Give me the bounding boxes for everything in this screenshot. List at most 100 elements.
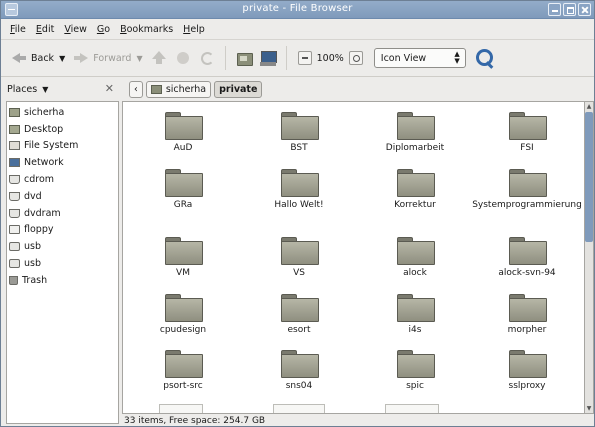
- network-icon: [9, 158, 20, 168]
- menu-bar: File Edit View Go Bookmarks Help: [1, 20, 594, 38]
- folder-label: psort-src: [163, 381, 203, 391]
- reload-icon[interactable]: [198, 49, 216, 67]
- maximize-icon[interactable]: [563, 3, 576, 16]
- menu-file[interactable]: File: [5, 24, 31, 35]
- places-label: Places: [7, 83, 38, 95]
- zoom-out-icon[interactable]: [297, 51, 312, 65]
- vertical-scrollbar[interactable]: ▲ ▼: [585, 101, 594, 414]
- sidebar-item-usb[interactable]: usb: [7, 238, 118, 255]
- toolbar-separator: [285, 46, 287, 70]
- folder-icon: [397, 294, 435, 322]
- folder-item[interactable]: VM: [125, 237, 241, 279]
- folder-item[interactable]: cpudesign: [125, 294, 241, 336]
- menu-edit-rest: dit: [41, 23, 55, 35]
- forward-arrow-icon: [73, 51, 89, 65]
- menu-edit[interactable]: Edit: [31, 24, 59, 35]
- home-icon[interactable]: [235, 49, 253, 67]
- folder-icon: [397, 169, 435, 197]
- file-thumbnail-icon[interactable]: [159, 404, 203, 413]
- file-thumbnail-icon[interactable]: [385, 404, 439, 413]
- sidebar-item-trash[interactable]: Trash: [7, 272, 118, 289]
- folder-icon: [509, 350, 547, 378]
- folder-item[interactable]: VS: [241, 237, 357, 279]
- toolbar-separator: [224, 46, 226, 70]
- sidebar-item-label: sicherha: [24, 106, 65, 118]
- folder-item[interactable]: sslproxy: [469, 350, 584, 392]
- sidebar-item-label: Trash: [22, 274, 48, 286]
- sidebar-item-sicherha[interactable]: sicherha: [7, 104, 118, 121]
- folder-icon: [509, 237, 547, 265]
- search-icon[interactable]: [474, 47, 496, 69]
- floppy-icon: [9, 225, 20, 235]
- sidebar-item-file-system[interactable]: File System: [7, 138, 118, 155]
- folder-icon: [165, 112, 203, 140]
- folder-label: FSI: [520, 143, 534, 153]
- back-label: Back: [31, 52, 55, 64]
- sidebar-item-label: cdrom: [24, 174, 55, 186]
- minimize-icon[interactable]: [548, 3, 561, 16]
- title-bar[interactable]: private - File Browser: [1, 1, 594, 19]
- sidebar-item-usb[interactable]: usb: [7, 255, 118, 272]
- menu-bookmarks[interactable]: Bookmarks: [115, 24, 178, 35]
- close-sidebar-icon[interactable]: ✕: [105, 82, 114, 95]
- folder-item[interactable]: alock: [357, 237, 473, 279]
- scroll-up-icon[interactable]: ▲: [585, 102, 593, 111]
- menu-help-rest: elp: [190, 23, 205, 35]
- file-thumbnail-icon[interactable]: [273, 404, 325, 413]
- folder-item[interactable]: Systemprogrammierung: [469, 169, 584, 211]
- sidebar-item-dvdram[interactable]: dvdram: [7, 205, 118, 222]
- folder-icon: [165, 350, 203, 378]
- sidebar-item-desktop[interactable]: Desktop: [7, 121, 118, 138]
- up-icon[interactable]: [150, 49, 168, 67]
- scrollbar-thumb[interactable]: [585, 112, 593, 242]
- folder-item[interactable]: GRa: [125, 169, 241, 211]
- breadcrumb-sicherha[interactable]: sicherha: [145, 80, 212, 98]
- menu-help[interactable]: Help: [178, 24, 210, 35]
- breadcrumb-private[interactable]: private: [214, 80, 263, 98]
- view-mode-select[interactable]: Icon View ▲ ▼: [373, 48, 466, 68]
- folder-item[interactable]: BST: [241, 112, 357, 154]
- folder-label: i4s: [408, 325, 422, 335]
- places-dropdown[interactable]: Places ▼ ✕: [1, 78, 122, 100]
- sidebar-item-cdrom[interactable]: cdrom: [7, 171, 118, 188]
- folder-item[interactable]: i4s: [357, 294, 473, 336]
- menu-bookmarks-rest: ookmarks: [126, 23, 174, 35]
- folder-item[interactable]: Hallo Welt!: [241, 169, 357, 211]
- folder-label: spic: [406, 381, 424, 391]
- icon-view[interactable]: AuD BST Diplomarbeit FSI GRa Hallo Welt!…: [122, 101, 585, 414]
- menu-view[interactable]: View: [59, 24, 92, 35]
- spin-arrows-icon: ▲ ▼: [454, 50, 460, 65]
- close-icon[interactable]: [578, 3, 591, 16]
- folder-item[interactable]: sns04: [241, 350, 357, 392]
- folder-item[interactable]: psort-src: [125, 350, 241, 392]
- file-browser-window: private - File Browser File Edit View Go…: [0, 0, 595, 427]
- folder-item[interactable]: esort: [241, 294, 357, 336]
- stop-icon[interactable]: [174, 49, 192, 67]
- folder-item[interactable]: AuD: [125, 112, 241, 154]
- computer-icon[interactable]: [259, 49, 277, 67]
- menu-go[interactable]: Go: [92, 24, 115, 35]
- folder-item[interactable]: morpher: [469, 294, 584, 336]
- folder-item[interactable]: spic: [357, 350, 473, 392]
- back-button[interactable]: Back ▼: [7, 45, 69, 71]
- forward-history-chevron-down-icon[interactable]: ▼: [136, 54, 142, 63]
- sidebar-item-floppy[interactable]: floppy: [7, 222, 118, 239]
- sidebar-item-network[interactable]: Network: [7, 154, 118, 171]
- path-scroll-left-button[interactable]: ‹: [129, 80, 143, 98]
- folder-item[interactable]: Diplomarbeit: [357, 112, 473, 154]
- filesystem-icon: [9, 141, 20, 151]
- folder-label: sslproxy: [508, 381, 546, 391]
- scroll-down-icon[interactable]: ▼: [585, 404, 593, 413]
- forward-button[interactable]: Forward ▼: [69, 45, 146, 71]
- zoom-normal-icon[interactable]: [348, 51, 363, 65]
- desktop-icon: [9, 124, 20, 134]
- folder-item[interactable]: Korrektur: [357, 169, 473, 211]
- folder-item[interactable]: FSI: [469, 112, 584, 154]
- folder-item[interactable]: alock-svn-94: [469, 237, 584, 279]
- folder-label: cpudesign: [159, 325, 207, 335]
- folder-label: BST: [290, 143, 308, 153]
- folder-label: Diplomarbeit: [385, 143, 445, 153]
- back-history-chevron-down-icon[interactable]: ▼: [59, 54, 65, 63]
- folder-label: sns04: [285, 381, 313, 391]
- sidebar-item-dvd[interactable]: dvd: [7, 188, 118, 205]
